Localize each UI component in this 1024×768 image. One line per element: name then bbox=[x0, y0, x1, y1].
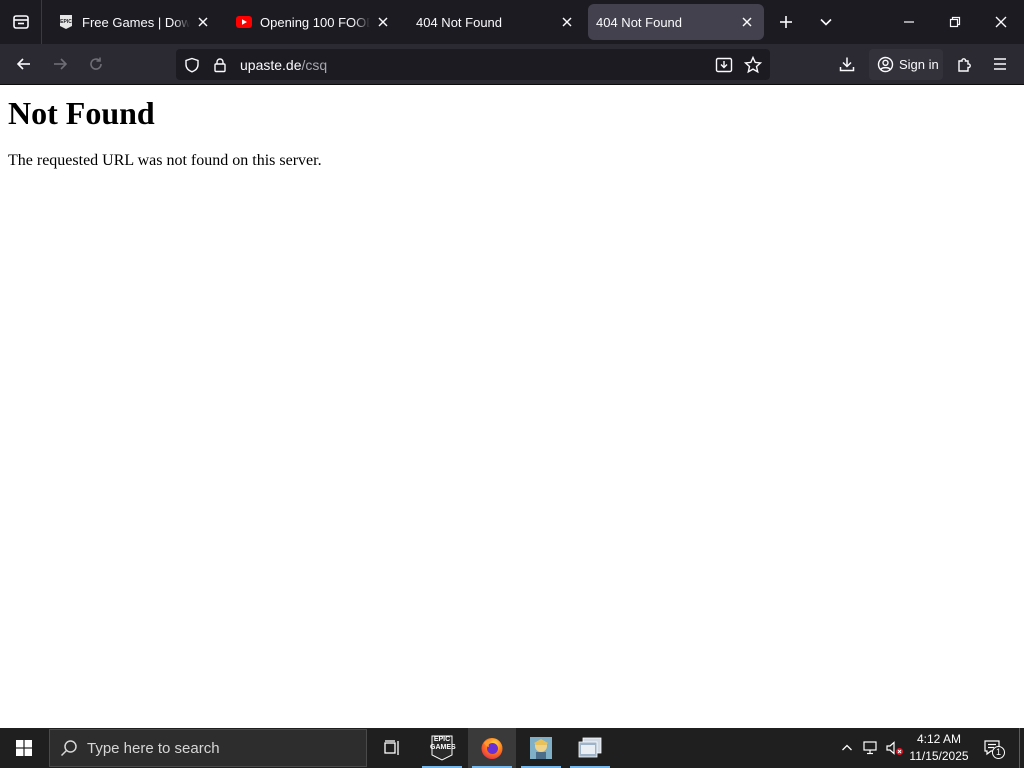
close-icon bbox=[995, 16, 1007, 28]
close-tab-icon[interactable] bbox=[194, 13, 212, 31]
windows-logo-icon bbox=[16, 740, 32, 756]
chevron-down-icon bbox=[820, 18, 832, 26]
extensions-button[interactable] bbox=[948, 48, 980, 80]
tab-404-a[interactable]: 404 Not Found bbox=[408, 4, 584, 40]
puzzle-icon bbox=[957, 57, 971, 72]
minimize-icon bbox=[904, 21, 914, 23]
show-desktop-button[interactable] bbox=[1019, 728, 1024, 768]
page-content: Not Found The requested URL was not foun… bbox=[0, 85, 1024, 728]
game-character-icon bbox=[530, 737, 552, 759]
youtube-icon bbox=[236, 14, 252, 30]
bookmark-star-icon[interactable] bbox=[739, 49, 767, 80]
tab-404-active[interactable]: 404 Not Found bbox=[588, 4, 764, 40]
tab-title: Opening 100 FOOD LUCKY bbox=[260, 14, 370, 30]
arrow-left-icon bbox=[16, 58, 30, 70]
volume-button[interactable] bbox=[884, 728, 906, 768]
svg-text:EPIC: EPIC bbox=[60, 19, 72, 25]
tab-title: Free Games | Download bbox=[82, 14, 190, 30]
firefox-view-button[interactable] bbox=[0, 0, 42, 44]
lock-icon[interactable] bbox=[206, 49, 234, 80]
app-window-icon bbox=[578, 737, 602, 758]
page-title: Not Found bbox=[8, 95, 155, 131]
url-host: upaste.de bbox=[240, 56, 302, 73]
close-window-button[interactable] bbox=[978, 0, 1024, 44]
network-button[interactable] bbox=[860, 728, 882, 768]
error-message: The requested URL was not found on this … bbox=[8, 152, 322, 169]
taskbar-app-window[interactable] bbox=[566, 728, 614, 768]
url-text[interactable]: upaste.de/csq bbox=[240, 57, 327, 73]
hamburger-menu-icon bbox=[994, 58, 1006, 70]
tab-free-games[interactable]: EPIC Free Games | Download bbox=[50, 4, 220, 40]
notification-count-badge: 1 bbox=[992, 746, 1005, 759]
account-icon bbox=[877, 56, 894, 73]
close-tab-icon[interactable] bbox=[374, 13, 392, 31]
restore-button[interactable] bbox=[932, 0, 978, 44]
arrow-right-icon bbox=[54, 58, 68, 70]
new-tab-button[interactable] bbox=[770, 6, 802, 38]
close-tab-icon[interactable] bbox=[558, 13, 576, 31]
list-all-tabs-button[interactable] bbox=[810, 6, 842, 38]
taskbar-firefox[interactable] bbox=[468, 728, 516, 768]
volume-muted-icon bbox=[886, 741, 903, 755]
epic-games-icon: EPIC bbox=[58, 14, 74, 30]
taskbar: Type here to search EPIC GAMES 4:12 AM 1… bbox=[0, 728, 1024, 768]
forward-button[interactable] bbox=[44, 48, 76, 80]
network-icon bbox=[863, 741, 877, 755]
download-icon bbox=[839, 57, 855, 72]
sign-in-label: Sign in bbox=[899, 57, 939, 72]
plus-icon bbox=[780, 16, 792, 28]
reload-button[interactable] bbox=[80, 48, 112, 80]
menu-button[interactable] bbox=[984, 48, 1016, 80]
start-button[interactable] bbox=[0, 728, 48, 768]
navigation-toolbar: upaste.de/csq Sign in bbox=[0, 44, 1024, 85]
restore-icon bbox=[949, 16, 961, 28]
url-path: /csq bbox=[301, 56, 328, 73]
chevron-up-icon bbox=[842, 744, 852, 751]
address-bar[interactable]: upaste.de/csq bbox=[176, 49, 770, 80]
tab-title: 404 Not Found bbox=[596, 14, 683, 30]
tab-youtube[interactable]: Opening 100 FOOD LUCKY bbox=[228, 4, 400, 40]
clock-time: 4:12 AM bbox=[916, 732, 962, 746]
firefox-icon bbox=[481, 738, 503, 759]
taskbar-app-game[interactable] bbox=[517, 728, 565, 768]
sign-in-button[interactable]: Sign in bbox=[869, 49, 943, 80]
save-to-pocket-icon[interactable] bbox=[710, 49, 738, 80]
downloads-button[interactable] bbox=[831, 48, 863, 80]
firefox-view-icon bbox=[12, 15, 29, 29]
reload-icon bbox=[90, 57, 102, 70]
tab-strip: EPIC Free Games | Download Opening 100 F… bbox=[0, 0, 1024, 44]
task-view-button[interactable] bbox=[368, 728, 416, 768]
tab-title: 404 Not Found bbox=[416, 14, 503, 30]
shield-icon[interactable] bbox=[178, 49, 206, 80]
back-button[interactable] bbox=[8, 48, 40, 80]
search-placeholder: Type here to search bbox=[87, 739, 220, 757]
epic-games-label: EPIC GAMES bbox=[430, 736, 456, 751]
close-tab-icon[interactable] bbox=[738, 13, 756, 31]
search-icon bbox=[60, 740, 77, 757]
system-clock[interactable]: 4:12 AM 11/15/2025 bbox=[906, 731, 972, 765]
minimize-button[interactable] bbox=[886, 0, 932, 44]
taskbar-search-box[interactable]: Type here to search bbox=[49, 729, 367, 767]
notification-center-button[interactable]: 1 bbox=[978, 728, 1008, 768]
task-view-icon bbox=[384, 740, 399, 755]
show-hidden-icons-button[interactable] bbox=[836, 728, 858, 768]
clock-date: 11/15/2025 bbox=[909, 749, 969, 763]
taskbar-epic-games[interactable]: EPIC GAMES bbox=[418, 728, 466, 768]
